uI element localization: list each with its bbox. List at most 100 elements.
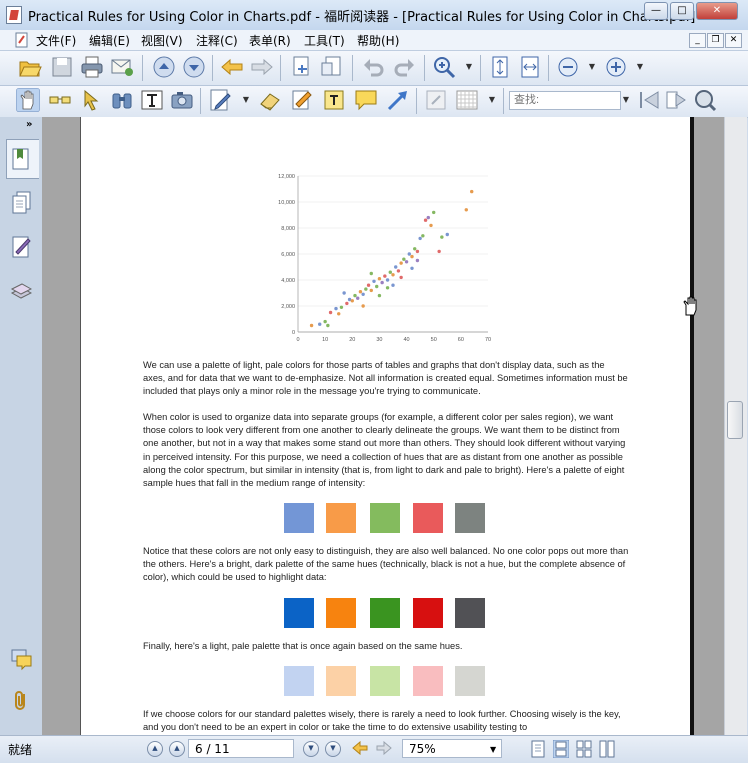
page-number-field[interactable]: 6 / 11 — [188, 739, 294, 758]
area-highlight-icon[interactable] — [455, 88, 479, 112]
textbox-tool-icon[interactable] — [322, 88, 346, 112]
search-dropdown[interactable]: ▼ — [622, 95, 630, 105]
chart-point — [415, 249, 420, 254]
find-binoculars-icon[interactable] — [110, 88, 134, 112]
chart-point — [334, 306, 338, 311]
fit-width-icon[interactable] — [518, 55, 542, 79]
menu-view[interactable]: 视图(V) — [141, 32, 183, 49]
doc-minimize-button[interactable]: _ — [689, 33, 706, 48]
chart-point — [364, 287, 368, 291]
bookmarks-icon[interactable] — [10, 147, 32, 171]
chart-point — [415, 258, 420, 263]
comments-panel-icon[interactable] — [10, 647, 32, 671]
redo-icon[interactable] — [392, 55, 416, 79]
save-icon[interactable] — [50, 55, 74, 79]
attachments-icon[interactable] — [10, 689, 32, 713]
go-forward-icon[interactable] — [376, 741, 392, 755]
light-swatch — [326, 666, 356, 696]
next-page-icon[interactable] — [182, 55, 206, 79]
menu-file[interactable]: 文件(F) — [36, 32, 76, 49]
chart-y-tick-label: 10,000 — [278, 200, 295, 206]
menu-edit[interactable]: 编辑(E) — [89, 32, 130, 49]
search-input[interactable] — [509, 91, 621, 110]
zoom-tool-dropdown[interactable]: ▼ — [465, 62, 473, 72]
previous-page-button[interactable]: ▲ — [169, 741, 185, 757]
zoom-level-field[interactable]: 75% — [402, 739, 502, 758]
chart-point — [337, 312, 341, 316]
menu-comment[interactable]: 注释(C) — [196, 32, 238, 49]
typewriter-icon[interactable] — [140, 88, 164, 112]
chart-y-tick-label: 12,000 — [278, 174, 295, 180]
zoom-in-tool-icon[interactable] — [432, 55, 456, 79]
chart-point — [339, 305, 344, 309]
zoom-in-icon[interactable] — [604, 55, 628, 79]
pencil-tool-dropdown[interactable]: ▼ — [242, 95, 250, 105]
pages-thumbnails-icon[interactable] — [10, 191, 32, 215]
select-annotation-icon[interactable] — [80, 88, 104, 112]
chart-point — [394, 265, 398, 269]
paragraph-balanced-colors: Notice that these colors are not only ea… — [143, 546, 629, 583]
chart-x-tick-label: 70 — [485, 337, 491, 343]
chart-point — [323, 319, 327, 324]
insert-page-icon[interactable] — [320, 55, 344, 79]
snapshot-icon[interactable] — [170, 88, 194, 112]
highlight-tool-icon[interactable] — [290, 88, 314, 112]
continuous-facing-view-icon[interactable] — [599, 740, 615, 758]
chart-points — [309, 189, 474, 328]
paragraph-pale-colors: We can use a palette of light, pale colo… — [143, 360, 628, 397]
zoom-dropdown-icon[interactable]: ▼ — [490, 745, 496, 754]
note-tool-icon[interactable] — [354, 88, 378, 112]
find-previous-icon[interactable] — [638, 88, 662, 112]
chart-point — [361, 292, 365, 296]
facing-view-icon[interactable] — [576, 740, 592, 758]
next-page-button[interactable]: ▼ — [303, 741, 319, 757]
menu-form[interactable]: 表单(R) — [249, 32, 291, 49]
scrollbar-thumb[interactable] — [727, 401, 743, 439]
layers-icon[interactable] — [10, 279, 32, 303]
back-icon[interactable] — [220, 55, 244, 79]
forward-icon[interactable] — [250, 55, 274, 79]
chart-point — [328, 310, 333, 315]
select-text-icon[interactable] — [48, 88, 72, 112]
chart-point — [385, 286, 390, 290]
go-back-icon[interactable] — [352, 741, 368, 755]
menu-tools[interactable]: 工具(T) — [304, 32, 345, 49]
minimize-button[interactable]: — — [644, 2, 668, 20]
doc-restore-button[interactable]: ❐ — [707, 33, 724, 48]
chart-x-tick-label: 0 — [296, 337, 299, 343]
open-icon[interactable] — [18, 55, 42, 79]
app-doc-icon — [15, 32, 28, 48]
find-next-icon[interactable] — [664, 88, 688, 112]
expand-panel-icon[interactable]: » — [26, 119, 32, 130]
doc-close-button[interactable]: ✕ — [725, 33, 742, 48]
fit-page-icon[interactable] — [488, 55, 512, 79]
previous-page-icon[interactable] — [152, 55, 176, 79]
first-page-button[interactable]: ▲ — [147, 741, 163, 757]
eraser-tool-icon[interactable] — [258, 88, 282, 112]
chart-y-tick-label: 6,000 — [281, 252, 295, 258]
zoom-in-dropdown[interactable]: ▼ — [636, 62, 644, 72]
zoom-out-icon[interactable] — [556, 55, 580, 79]
extract-page-icon[interactable] — [290, 55, 314, 79]
chart-point — [464, 208, 468, 212]
single-page-view-icon[interactable] — [530, 740, 546, 758]
email-icon[interactable] — [110, 55, 134, 79]
pencil-tool-icon[interactable] — [208, 88, 232, 112]
hand-tool-icon[interactable] — [16, 88, 40, 112]
main-toolbar: ▼ ▼ ▼ — [0, 51, 748, 86]
stamp-tool-icon[interactable] — [424, 88, 448, 112]
last-page-button[interactable]: ▼ — [325, 741, 341, 757]
search-icon[interactable] — [693, 88, 717, 112]
arrow-tool-icon[interactable] — [386, 88, 410, 112]
print-icon[interactable] — [80, 55, 104, 79]
undo-icon[interactable] — [362, 55, 386, 79]
maximize-button[interactable]: □ — [670, 2, 694, 20]
area-highlight-dropdown[interactable]: ▼ — [488, 95, 496, 105]
signature-icon[interactable] — [10, 235, 32, 259]
zoom-out-dropdown[interactable]: ▼ — [588, 62, 596, 72]
chart-point — [421, 234, 425, 238]
menu-help[interactable]: 帮助(H) — [357, 32, 399, 49]
continuous-view-icon[interactable] — [553, 740, 569, 758]
chart-point — [388, 270, 392, 274]
close-button[interactable]: ✕ — [696, 2, 738, 20]
